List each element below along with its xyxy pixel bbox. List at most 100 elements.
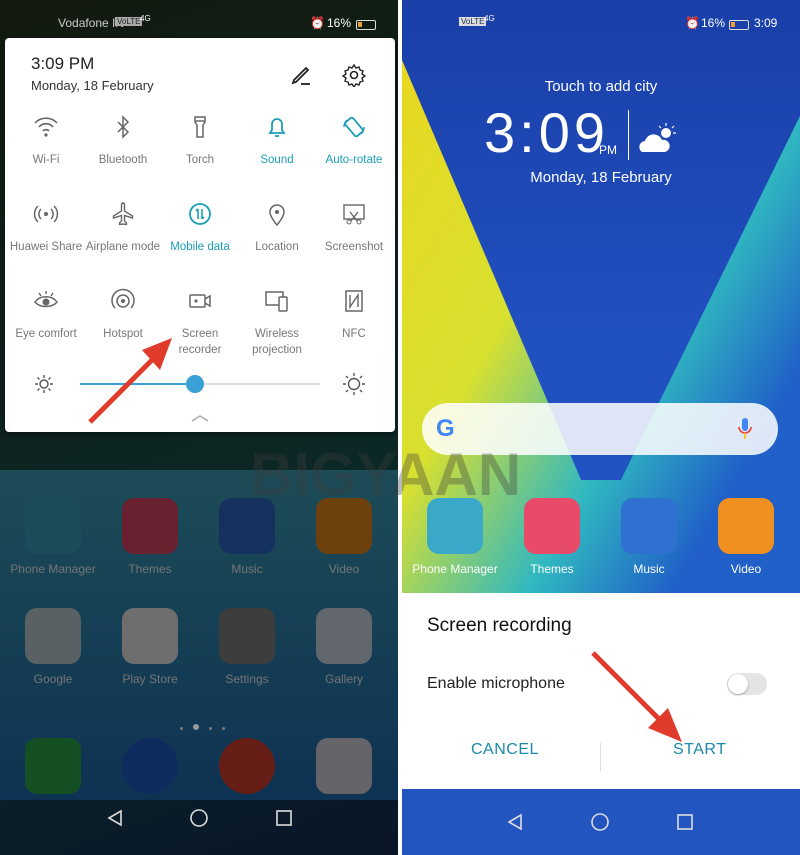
- tile-label: Torch: [185, 154, 215, 166]
- app-label: Music: [633, 562, 665, 576]
- home-icon[interactable]: [590, 812, 610, 832]
- brightness-fill: [80, 383, 196, 385]
- pencil-icon[interactable]: [289, 63, 313, 87]
- gear-icon[interactable]: [342, 63, 366, 87]
- app-label: Themes: [530, 562, 574, 576]
- microphone-icon[interactable]: [738, 417, 752, 441]
- brightness-knob[interactable]: [186, 375, 205, 393]
- app-icon: [524, 498, 580, 554]
- bell-icon: [268, 118, 286, 137]
- tile-label: Screenshot: [324, 241, 384, 253]
- tile-data[interactable]: Mobile data: [161, 201, 239, 255]
- tile-label: Mobile data: [170, 241, 230, 253]
- tile-projection[interactable]: Wireless projection: [238, 288, 316, 358]
- airplane-icon: [112, 202, 134, 226]
- app-label: Phone Manager: [412, 562, 498, 576]
- tile-rotate[interactable]: Auto-rotate: [315, 114, 393, 168]
- tile-screenshot[interactable]: Screenshot: [315, 201, 393, 255]
- screen-recording-dialog: Screen recording Enable microphone CANCE…: [402, 593, 800, 789]
- network-type: 4G: [140, 14, 151, 23]
- tile-torch[interactable]: Torch: [161, 114, 239, 168]
- battery-percent: 16%: [327, 16, 352, 30]
- back-icon[interactable]: [105, 808, 125, 828]
- tile-label: Eye comfort: [15, 328, 77, 340]
- tile-recorder[interactable]: Screen recorder: [161, 288, 239, 358]
- app-icon: [621, 498, 677, 554]
- page-indicator: [175, 717, 230, 735]
- tile-label: Wi-Fi: [32, 154, 60, 166]
- start-button[interactable]: START: [673, 741, 726, 759]
- data-icon: [189, 203, 211, 225]
- tile-label: Airplane mode: [85, 241, 161, 253]
- app-phone-manager[interactable]: Phone Manager: [407, 498, 503, 576]
- right-phone-screen: VoLTE 4G ⏰ 16% 3:09 Touch to add city 3:…: [402, 0, 800, 855]
- recorder-icon: [189, 294, 211, 308]
- brightness-high-icon: [343, 373, 365, 395]
- tile-wifi[interactable]: Wi-Fi: [7, 114, 85, 168]
- quick-settings-panel: 3:09 PM Monday, 18 February Wi-Fi Bluetoo…: [5, 38, 395, 432]
- tile-eye[interactable]: Eye comfort: [7, 288, 85, 342]
- brightness-low-icon: [35, 375, 53, 393]
- add-city-link[interactable]: Touch to add city: [402, 78, 800, 95]
- clock-date: Monday, 18 February: [530, 169, 672, 186]
- qs-date: Monday, 18 February: [31, 78, 154, 93]
- microphone-label: Enable microphone: [427, 675, 565, 692]
- tile-airplane[interactable]: Airplane mode: [84, 201, 162, 255]
- volte-badge: VoLTE: [115, 17, 143, 26]
- brightness-slider[interactable]: [80, 375, 320, 393]
- app-label: Video: [730, 562, 762, 576]
- tile-label: NFC: [342, 328, 366, 340]
- alarm-icon: ⏰: [310, 16, 325, 30]
- tile-label: Screen recorder: [178, 328, 222, 356]
- button-divider: [600, 743, 601, 771]
- tile-location[interactable]: Location: [238, 201, 316, 255]
- tile-bluetooth[interactable]: Bluetooth: [84, 114, 162, 168]
- nfc-icon: [345, 290, 363, 312]
- bluetooth-icon: [117, 115, 130, 139]
- clock-ampm: PM: [599, 143, 617, 157]
- app-video[interactable]: Video: [698, 498, 794, 576]
- app-icon: [718, 498, 774, 554]
- battery-icon: [356, 17, 376, 31]
- status-bar: VoLTE 4G ⏰ 16% 3:09: [402, 0, 800, 38]
- home-icon[interactable]: [189, 808, 209, 828]
- clock-time: 3:09: [484, 101, 609, 164]
- tile-label: Bluetooth: [98, 154, 148, 166]
- microphone-toggle[interactable]: [727, 673, 767, 695]
- rotate-icon: [343, 116, 365, 138]
- navigation-bar: [0, 795, 398, 855]
- recents-icon[interactable]: [675, 812, 695, 832]
- app-themes[interactable]: Themes: [504, 498, 600, 576]
- partly-cloudy-icon: [639, 123, 676, 152]
- clock-divider: [628, 110, 629, 160]
- dialog-title: Screen recording: [427, 615, 572, 636]
- tile-bell[interactable]: Sound: [238, 114, 316, 168]
- volte-badge: VoLTE: [459, 17, 487, 26]
- tile-label: Auto-rotate: [325, 154, 383, 166]
- left-phone-screen: Phone ManagerThemesMusicVideoGooglePlay …: [0, 0, 398, 855]
- wifi-icon: [34, 117, 58, 137]
- battery-icon: [729, 17, 749, 31]
- network-type: 4G: [484, 14, 495, 23]
- tile-nfc[interactable]: NFC: [315, 288, 393, 342]
- projection-icon: [265, 291, 288, 312]
- tile-hotspot[interactable]: Hotspot: [84, 288, 162, 342]
- recents-icon[interactable]: [274, 808, 294, 828]
- eye-icon: [34, 291, 58, 308]
- alarm-icon: ⏰: [685, 16, 700, 30]
- back-icon[interactable]: [505, 812, 525, 832]
- navigation-bar: [402, 789, 800, 855]
- app-music[interactable]: Music: [601, 498, 697, 576]
- screenshot-icon: [343, 204, 365, 225]
- collapse-chevron-icon[interactable]: [191, 414, 209, 422]
- watermark: BIGYAAN: [250, 441, 522, 508]
- torch-icon: [194, 116, 206, 138]
- qs-time: 3:09 PM: [31, 54, 95, 73]
- tile-label: Location: [255, 241, 299, 253]
- tile-label: Wireless projection: [252, 328, 302, 356]
- hotspot-icon: [111, 288, 135, 309]
- tile-share[interactable]: Huawei Share: [7, 201, 85, 255]
- cancel-button[interactable]: CANCEL: [471, 741, 539, 759]
- tile-label: Hotspot: [103, 328, 143, 340]
- status-time: 3:09: [754, 16, 778, 30]
